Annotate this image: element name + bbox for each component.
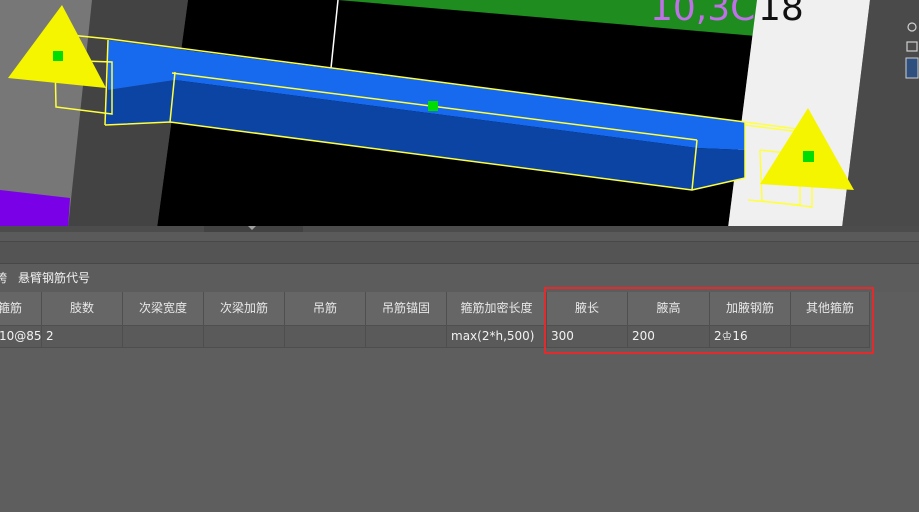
cell-haunch-height[interactable]: 200 <box>628 326 710 348</box>
panel-toolbar-band <box>0 242 919 263</box>
chevron-down-icon[interactable] <box>248 226 256 230</box>
cell-leg-count[interactable]: 2 <box>42 326 123 348</box>
beam-midpoint-grip[interactable] <box>428 101 438 111</box>
column-header-haunch-rebar: 加腋钢筋 <box>710 292 791 326</box>
3d-viewport[interactable]: 10,3C 18 <box>0 0 919 228</box>
cell-hanger-anchorage[interactable] <box>366 326 447 348</box>
column-header-hanger-bar: 吊筋 <box>285 292 366 326</box>
column-header-hanger-anchorage: 吊筋锚固 <box>366 292 447 326</box>
beam-end-grip[interactable] <box>803 151 814 162</box>
cell-other-stirrup[interactable] <box>791 326 870 348</box>
beam-label-purple: 10,3C <box>650 0 755 29</box>
column-group-partial-label: 跨 <box>0 271 8 285</box>
table-header-row: 箍筋 肢数 次梁宽度 次梁加筋 吊筋 吊筋锚固 箍筋加密长度 腋长 腋高 加腋钢… <box>0 292 870 326</box>
column-header-haunch-height: 腋高 <box>628 292 710 326</box>
beam-label-suffix: 18 <box>758 0 804 29</box>
column-header-stirrup: 箍筋 <box>0 292 42 326</box>
column-group-row: 跨 悬臂钢筋代号 <box>0 264 919 292</box>
cell-haunch-length[interactable]: 300 <box>547 326 628 348</box>
column-header-other-stirrup: 其他箍筋 <box>791 292 870 326</box>
beam-start-grip[interactable] <box>53 51 63 61</box>
cell-stirrup[interactable]: 10@85( <box>0 326 42 348</box>
cell-secondary-beam-width[interactable] <box>123 326 204 348</box>
cell-hanger-bar[interactable] <box>285 326 366 348</box>
cell-secondary-beam-extra-stirrup[interactable] <box>204 326 285 348</box>
column-group-cantilever-rebar-code: 悬臂钢筋代号 <box>18 271 91 285</box>
panel-top-band <box>0 232 919 241</box>
column-header-leg-count: 肢数 <box>42 292 123 326</box>
cell-haunch-rebar[interactable]: 2♔16 <box>710 326 791 348</box>
column-header-haunch-length: 腋长 <box>547 292 628 326</box>
cell-stirrup-dense-length[interactable]: max(2*h,500) <box>447 326 547 348</box>
column-header-secondary-beam-extra-stirrup: 次梁加筋 <box>204 292 285 326</box>
table-row: 10@85( 2 max(2*h,500) 300 200 2♔16 <box>0 326 870 348</box>
column-header-stirrup-dense-length: 箍筋加密长度 <box>447 292 547 326</box>
column-header-secondary-beam-width: 次梁宽度 <box>123 292 204 326</box>
view-cube-icon[interactable] <box>905 57 919 79</box>
